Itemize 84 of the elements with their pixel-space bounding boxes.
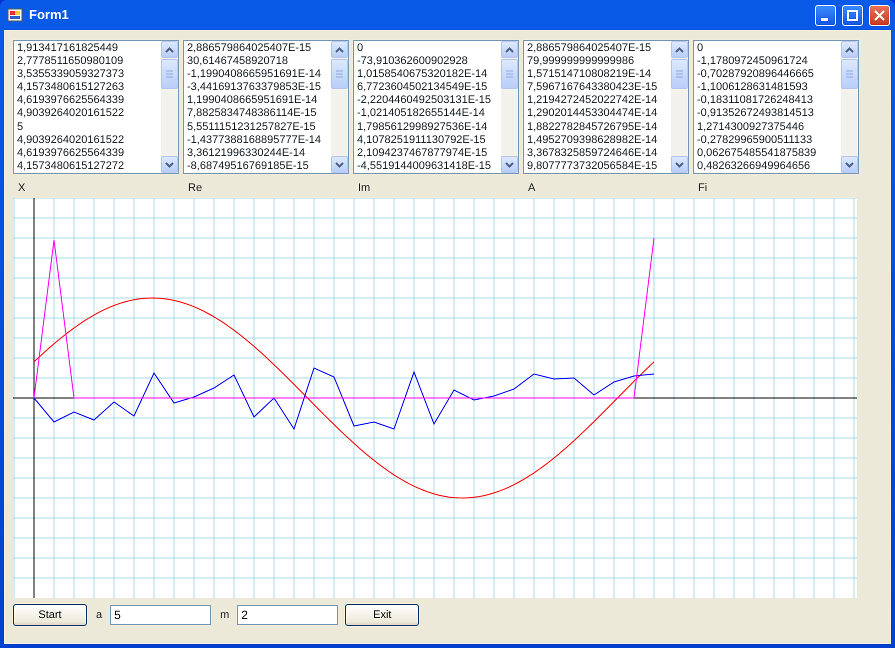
scrollbar[interactable] [671, 41, 688, 173]
list-item[interactable]: 7,8825834748386114E-15 [187, 107, 328, 121]
scrollbar[interactable] [331, 41, 348, 173]
list-item[interactable]: -2,2204460492503131E-15 [357, 94, 498, 108]
form-icon [7, 7, 23, 23]
close-button[interactable] [869, 4, 890, 26]
list-item[interactable]: 0 [697, 42, 838, 56]
list-item[interactable]: 1,571514710808219E-14 [527, 68, 668, 82]
column-label: Im [358, 181, 372, 194]
list-item[interactable]: 0 [357, 42, 498, 56]
grip-icon [846, 70, 853, 78]
list-item[interactable]: 4,1078251911130792E-15 [357, 134, 498, 147]
minimize-icon [821, 18, 828, 20]
window-title: Form1 [29, 6, 69, 24]
column-label: Fi [698, 181, 708, 194]
action-button[interactable]: Start [13, 604, 87, 626]
scrollbar[interactable] [501, 41, 518, 173]
list-item[interactable]: 4,6193976625564339 [17, 146, 158, 160]
field-label: a [96, 608, 102, 623]
list-item[interactable]: 5 [17, 120, 158, 134]
input-field[interactable]: 2 [237, 605, 338, 625]
list-item[interactable]: 1,2714300927375446 [697, 120, 838, 134]
scrollbar[interactable] [161, 41, 178, 173]
list-box[interactable] [183, 40, 349, 174]
list-item[interactable]: 7,5967167643380423E-15 [527, 81, 668, 94]
list-item[interactable]: -1,1780972450961724 [697, 55, 838, 68]
maximize-icon [847, 10, 858, 20]
list-box[interactable]: 1,913417161825449 2,7778511650980109 3,5355339059327373 4,1573480615127263 4,6193976625564339 4,9039264020161522 5 4,9039264020161522 4,6193976625564339 4,1573480615127272 [13, 40, 179, 174]
list-item[interactable]: 0,48263266949964656 [697, 160, 838, 173]
list-item[interactable]: -8,68749516769185E-15 [187, 160, 328, 173]
grip-icon [166, 70, 173, 78]
list-item[interactable]: 79,999999999999986 [527, 55, 668, 68]
list-item[interactable]: 9,8077773732056584E-15 [527, 160, 668, 173]
list-item[interactable]: 4,9039264020161522 [17, 134, 158, 147]
list-item[interactable]: 1,0158540675320182E-14 [357, 68, 498, 82]
list-item[interactable]: -1,1990408665951691E-14 [187, 68, 328, 82]
list-item[interactable]: 0,062675485541875839 [697, 146, 838, 160]
field-label: m [220, 608, 230, 623]
list-item[interactable]: 1,2902014453304474E-14 [527, 107, 668, 121]
list-item[interactable]: 1,913417161825449 [17, 42, 158, 56]
list-box[interactable] [353, 40, 519, 174]
list-item[interactable]: -0,91352672493814513 [697, 107, 838, 121]
list-item[interactable]: 2,1094237467877974E-15 [357, 146, 498, 160]
list-item[interactable]: 1,1990408665951691E-14 [187, 94, 328, 108]
list-item[interactable]: -1,021405182655144E-14 [357, 107, 498, 121]
list-item[interactable]: 2,886579864025407E-15 [527, 42, 668, 56]
list-item[interactable]: -0,70287920896446665 [697, 68, 838, 82]
list-item[interactable]: -3,4416913763379853E-15 [187, 81, 328, 94]
grip-icon [336, 70, 343, 78]
input-field[interactable]: 5 [110, 605, 212, 625]
list-item[interactable]: -0,18311081726248413 [697, 94, 838, 108]
list-item[interactable]: 2,886579864025407E-15 [187, 42, 328, 56]
list-item[interactable]: 1,2194272452022742E-14 [527, 94, 668, 108]
list-item[interactable]: 2,7778511650980109 [17, 55, 158, 68]
column-label: A [528, 181, 536, 194]
minimize-button[interactable] [815, 4, 836, 26]
column-label: X [18, 181, 26, 194]
list-item[interactable]: -1,4377388168895777E-14 [187, 134, 328, 147]
list-item[interactable]: -1,1006128631481593 [697, 81, 838, 94]
list-item[interactable]: 4,1573480615127272 [17, 160, 158, 173]
list-item[interactable]: 3,36121996330244E-14 [187, 146, 328, 160]
list-item[interactable]: 5,5511151231257827E-15 [187, 120, 328, 134]
maximize-button[interactable] [842, 4, 863, 26]
list-item[interactable]: 4,9039264020161522 [17, 107, 158, 121]
list-item[interactable]: 1,7985612998927536E-14 [357, 120, 498, 134]
list-item[interactable]: 3,3678325859724646E-14 [527, 146, 668, 160]
list-item[interactable]: 6,7723604502134549E-15 [357, 81, 498, 94]
list-item[interactable]: 30,61467458920718 [187, 55, 328, 68]
column-label: Re [188, 181, 204, 194]
list-box[interactable]: 0 -1,1780972450961724 -0,70287920896446665 -1,1006128631481593 -0,18311081726248413 -0,91352672493814513 1,2714300927375446 -0,27829965900511133 0,062675485541875839 0,48263266949964656 [693, 40, 859, 174]
close-icon [874, 10, 885, 20]
action-button[interactable]: Exit [345, 604, 420, 626]
list-item[interactable]: 4,1573480615127263 [17, 81, 158, 94]
grip-icon [676, 70, 683, 78]
list-item[interactable]: 1,4952709398628982E-14 [527, 134, 668, 147]
list-item[interactable]: -0,27829965900511133 [697, 134, 838, 147]
list-item[interactable]: 4,6193976625564339 [17, 94, 158, 108]
grip-icon [506, 70, 513, 78]
list-item[interactable]: -4,5519144009631418E-15 [357, 160, 498, 173]
list-box[interactable] [523, 40, 689, 174]
list-item[interactable]: 3,5355339059327373 [17, 68, 158, 82]
list-item[interactable]: 1,8822782845726795E-14 [527, 120, 668, 134]
scrollbar[interactable] [841, 41, 858, 173]
list-item[interactable]: -73,910362600902928 [357, 55, 498, 68]
